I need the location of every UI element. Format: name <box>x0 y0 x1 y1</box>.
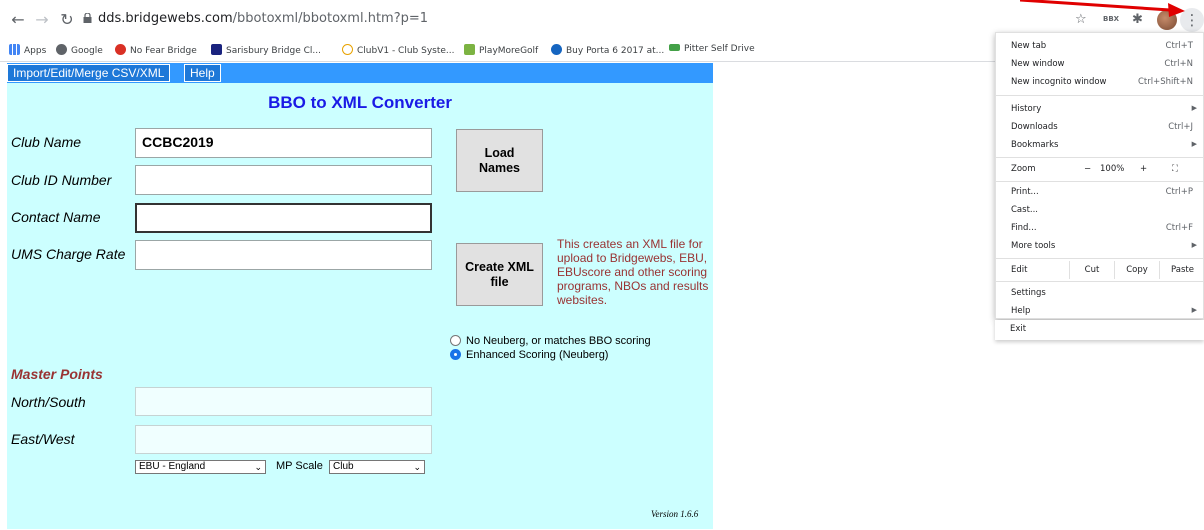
club-name-input[interactable]: CCBC2019 <box>135 128 432 158</box>
copy-button[interactable]: Copy <box>1114 261 1159 279</box>
zoom-out-button[interactable]: − <box>1084 164 1091 174</box>
paste-button[interactable]: Paste <box>1159 261 1204 279</box>
help-menu[interactable]: Help <box>184 64 221 82</box>
ums-charge-input[interactable] <box>135 240 432 270</box>
radio-enhanced-neuberg[interactable]: Enhanced Scoring (Neuberg) <box>450 349 608 361</box>
menu-help[interactable]: Help ▶ <box>996 302 1204 320</box>
bookmark-playmoregolf[interactable]: PlayMoreGolf <box>464 44 538 56</box>
menu-zoom: Zoom − 100% + ⛶ <box>1011 164 1178 174</box>
load-names-button[interactable]: Load Names <box>456 129 543 192</box>
zoom-in-button[interactable]: + <box>1140 164 1147 174</box>
create-xml-note: This creates an XML file for upload to B… <box>557 237 709 307</box>
north-south-input[interactable] <box>135 387 432 416</box>
menu-exit[interactable]: Exit <box>995 320 1204 340</box>
menu-more-tools[interactable]: More tools ▶ <box>996 237 1204 255</box>
cut-button[interactable]: Cut <box>1069 261 1114 279</box>
menu-downloads[interactable]: Downloads Ctrl+J <box>996 118 1204 136</box>
club-id-label: Club ID Number <box>11 172 112 188</box>
menu-new-tab[interactable]: New tab Ctrl+T <box>996 37 1204 55</box>
back-icon[interactable]: ← <box>8 10 28 30</box>
chrome-context-menu: New tab Ctrl+T New window Ctrl+N New incog… <box>995 32 1204 319</box>
menu-separator <box>996 258 1204 259</box>
menu-history[interactable]: History ▶ <box>996 100 1204 118</box>
submenu-arrow-icon: ▶ <box>1191 241 1197 249</box>
porta-icon <box>551 44 562 55</box>
submenu-arrow-icon: ▶ <box>1191 140 1197 148</box>
menu-bookmarks[interactable]: Bookmarks ▶ <box>996 136 1204 154</box>
menu-separator <box>996 181 1204 182</box>
menu-print[interactable]: Print... Ctrl+P <box>996 183 1204 201</box>
bookmark-no-fear-bridge[interactable]: No Fear Bridge <box>115 44 197 56</box>
contact-name-input[interactable] <box>135 203 432 233</box>
car-icon <box>669 44 680 51</box>
reload-icon[interactable]: ↻ <box>57 10 77 30</box>
converter-page: Import/Edit/Merge CSV/XML Help BBO to XM… <box>7 63 713 529</box>
heart-icon <box>115 44 126 55</box>
mp-scale-select[interactable]: Club ⌄ <box>329 460 425 474</box>
bookmark-pitter[interactable]: Pitter Self Drive <box>669 44 755 54</box>
radio-circle-selected[interactable] <box>450 349 461 360</box>
sarisbury-icon <box>211 44 222 55</box>
contact-name-label: Contact Name <box>11 209 101 225</box>
menu-new-window[interactable]: New window Ctrl+N <box>996 55 1204 73</box>
globe-icon <box>56 44 67 55</box>
north-south-label: North/South <box>11 394 86 410</box>
menu-separator <box>996 95 1204 96</box>
radio-circle[interactable] <box>450 335 461 346</box>
page-title: BBO to XML Converter <box>268 93 452 112</box>
menu-bar: Import/Edit/Merge CSV/XML Help <box>7 63 713 83</box>
submenu-arrow-icon: ▶ <box>1191 306 1197 314</box>
url-path: /bbotoxml/bbotoxml.htm?p=1 <box>232 11 429 26</box>
clubv1-icon <box>342 44 353 55</box>
forward-icon[interactable]: → <box>32 10 52 30</box>
club-name-label: Club Name <box>11 134 82 150</box>
menu-settings[interactable]: Settings <box>996 284 1204 302</box>
ebu-region-select[interactable]: EBU - England ⌄ <box>135 460 266 474</box>
zoom-level: 100% <box>1100 164 1125 174</box>
menu-new-incognito[interactable]: New incognito window Ctrl+Shift+N <box>996 73 1204 91</box>
ums-charge-label: UMS Charge Rate <box>11 246 126 262</box>
import-edit-merge-menu[interactable]: Import/Edit/Merge CSV/XML <box>7 64 171 82</box>
plus-icon <box>464 44 475 55</box>
create-xml-button[interactable]: Create XML file <box>456 243 543 306</box>
radio-no-neuberg[interactable]: No Neuberg, or matches BBO scoring <box>450 335 651 347</box>
menu-find[interactable]: Find... Ctrl+F <box>996 219 1204 237</box>
east-west-label: East/West <box>11 431 75 447</box>
east-west-input[interactable] <box>135 425 432 454</box>
club-id-input[interactable] <box>135 165 432 195</box>
url-host: dds.bridgewebs.com <box>98 11 233 26</box>
address-bar[interactable]: dds.bridgewebs.com/bbotoxml/bbotoxml.htm… <box>98 11 428 26</box>
menu-edit-row: Edit Cut Copy Paste <box>996 261 1204 279</box>
bookmark-google[interactable]: Google <box>56 44 103 56</box>
menu-cast[interactable]: Cast... <box>996 201 1204 219</box>
bookmark-porta[interactable]: Buy Porta 6 2017 at... <box>551 44 664 56</box>
submenu-arrow-icon: ▶ <box>1191 104 1197 112</box>
master-points-heading: Master Points <box>11 366 103 382</box>
fullscreen-icon[interactable]: ⛶ <box>1172 164 1178 174</box>
chevron-down-icon: ⌄ <box>413 462 421 472</box>
bookmark-clubv1[interactable]: ClubV1 - Club Syste... <box>342 44 455 56</box>
mp-scale-label: MP Scale <box>276 460 323 472</box>
lock-icon <box>83 13 92 23</box>
chevron-down-icon: ⌄ <box>254 462 262 472</box>
menu-separator <box>996 157 1204 158</box>
menu-separator <box>996 281 1204 282</box>
bookmark-apps[interactable]: Apps <box>9 44 46 56</box>
apps-grid-icon <box>9 44 20 55</box>
bookmark-sarisbury[interactable]: Sarisbury Bridge Cl... <box>211 44 321 56</box>
version-label: Version 1.6.6 <box>651 509 699 519</box>
